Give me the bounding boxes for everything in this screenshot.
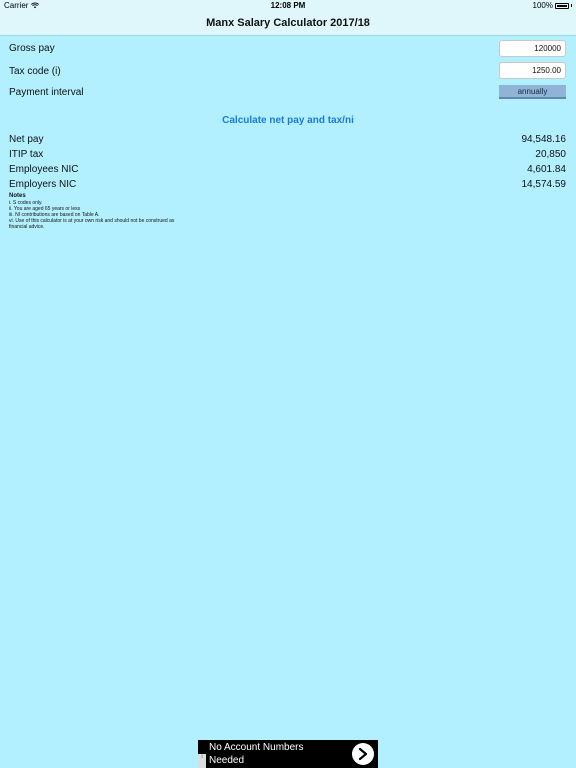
employers-nic-label: Employers NIC — [9, 179, 77, 190]
status-time: 12:08 PM — [270, 1, 306, 10]
navigation-bar: Manx Salary Calculator 2017/18 — [0, 12, 576, 36]
battery-tip — [571, 4, 572, 7]
net-pay-value: 94,548.16 — [521, 134, 567, 145]
battery-percent: 100% — [532, 1, 553, 10]
calculate-button[interactable]: Calculate net pay and tax/ni — [0, 115, 576, 126]
ad-banner[interactable]: i No Account Numbers Needed — [198, 740, 378, 768]
payment-interval-label: Payment interval — [9, 87, 84, 98]
status-bar: Carrier 12:08 PM 100% — [0, 0, 576, 12]
page-title: Manx Salary Calculator 2017/18 — [206, 17, 370, 29]
ad-choices-icon[interactable]: i — [198, 754, 206, 768]
notes-section: Notes i. S codes only. ii. You are aged … — [9, 193, 189, 230]
employers-nic-value: 14,574.59 — [521, 179, 567, 190]
employees-nic-label: Employees NIC — [9, 164, 79, 175]
chevron-right-icon — [358, 748, 368, 760]
tax-code-input[interactable]: 1250.00 — [499, 62, 566, 79]
gross-pay-label: Gross pay — [9, 43, 55, 54]
ad-text[interactable]: No Account Numbers Needed — [209, 741, 339, 767]
net-pay-label: Net pay — [9, 134, 44, 145]
gross-pay-input[interactable]: 120000 — [499, 40, 566, 57]
battery-icon — [555, 2, 569, 9]
notes-title: Notes — [9, 193, 26, 199]
note-item: vi. Use of this calculator is at your ow… — [9, 218, 175, 230]
tax-code-label[interactable]: Tax code (i) — [9, 66, 61, 77]
battery-indicator: 100% — [533, 1, 572, 10]
ad-arrow-button[interactable] — [352, 743, 374, 765]
payment-interval-select[interactable]: annually — [499, 85, 566, 99]
employees-nic-value: 4,601.84 — [527, 164, 566, 175]
itip-tax-value: 20,850 — [535, 149, 566, 160]
itip-tax-label: ITIP tax — [9, 149, 44, 160]
